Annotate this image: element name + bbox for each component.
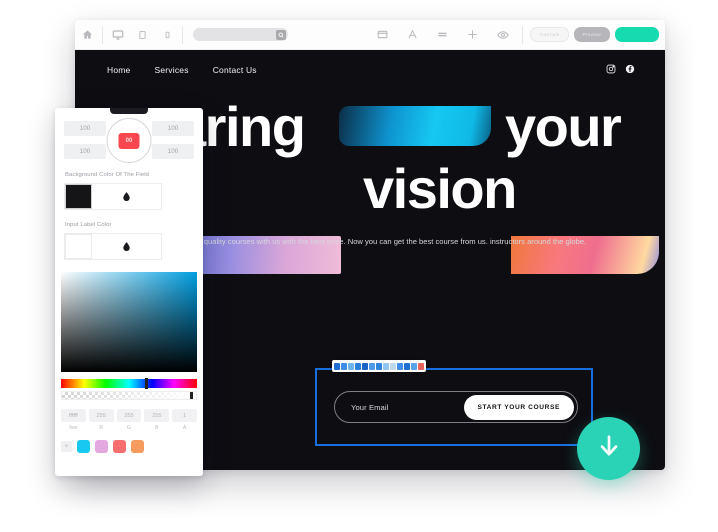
alpha-input[interactable]: 1 [172, 409, 197, 422]
mini-tool-icon[interactable] [390, 362, 396, 370]
publish-button[interactable] [615, 27, 659, 42]
preset-swatch[interactable] [131, 440, 144, 453]
element-mini-toolbar[interactable] [332, 360, 426, 372]
blue-input[interactable]: 255 [144, 409, 170, 422]
mini-tool-icon[interactable] [397, 362, 403, 370]
toolbar-divider [102, 25, 103, 44]
radius-dial-value: 00 [118, 132, 140, 149]
hero-word-your: your [505, 95, 622, 158]
radius-dial[interactable]: 00 [106, 118, 152, 163]
search-icon [276, 29, 286, 40]
red-input[interactable]: 255 [88, 409, 114, 422]
alpha-slider[interactable] [61, 391, 197, 400]
mini-tool-icon[interactable] [334, 362, 340, 370]
desktop-icon[interactable] [105, 20, 130, 49]
blue-value-group: 255 B [144, 409, 170, 431]
preset-swatches: + [55, 431, 203, 453]
home-icon[interactable] [75, 20, 100, 49]
search-input[interactable] [193, 28, 288, 41]
add-preset-button[interactable]: + [61, 441, 72, 452]
background-color-swatch[interactable] [65, 184, 92, 209]
background-color-label: Background Color Of The Field [65, 172, 149, 178]
facebook-icon[interactable] [625, 61, 635, 79]
toolbar-divider [182, 25, 183, 44]
mini-tool-icon[interactable] [355, 362, 361, 370]
hero-paragraph: quality courses with us with the best pr… [203, 237, 587, 246]
red-caption: R [99, 425, 103, 431]
mini-tool-icon[interactable] [376, 362, 382, 370]
input-label-color-field[interactable] [64, 233, 162, 260]
red-value-group: 255 R [88, 409, 114, 431]
nav-link-contact-us[interactable]: Contact Us [213, 65, 257, 75]
toolbar-divider [522, 25, 524, 44]
toolbar-left-group [75, 20, 185, 49]
mobile-icon[interactable] [155, 20, 180, 49]
hex-caption: hex [69, 425, 78, 431]
spacing-bottom-right-input[interactable]: 100 [152, 144, 194, 159]
text-icon[interactable] [400, 20, 425, 49]
alpha-caption: A [182, 425, 187, 431]
eye-icon[interactable] [490, 20, 515, 49]
alpha-value-group: 1 A [172, 409, 197, 431]
start-your-course-button[interactable]: START YOUR COURSE [463, 394, 574, 420]
spacing-top-right-input[interactable]: 100 [152, 121, 194, 136]
download-arrow-icon [595, 432, 623, 465]
alpha-slider-knob[interactable] [190, 392, 193, 399]
droplet-icon[interactable] [92, 234, 161, 259]
droplet-icon[interactable] [92, 184, 161, 209]
tutorials-button[interactable]: Tutorials [530, 27, 569, 42]
hero-shape-cyan [339, 106, 491, 146]
tablet-icon[interactable] [130, 20, 155, 49]
preview-button[interactable]: Preview [573, 27, 610, 42]
green-value-group: 255 G [116, 409, 142, 431]
spacing-top-left-input[interactable]: 100 [64, 121, 106, 136]
nav-link-services[interactable]: Services [154, 65, 188, 75]
hue-slider-knob[interactable] [145, 378, 149, 389]
blue-caption: B [155, 425, 159, 431]
screenshot-stage: Tutorials Preview Home Services Contact … [0, 0, 718, 532]
hero-word-vision: vision [363, 157, 517, 220]
saturation-value-area[interactable] [61, 272, 197, 372]
color-picker-panel: 100 100 100 100 00 Background Color Of T… [55, 108, 203, 476]
selected-form-block[interactable]: Your Email START YOUR COURSE [315, 360, 593, 446]
nav-link-home[interactable]: Home [107, 65, 130, 75]
mini-tool-icon[interactable] [341, 362, 347, 370]
mini-tool-icon[interactable] [362, 362, 368, 370]
builder-toolbar: Tutorials Preview [75, 20, 665, 50]
green-input[interactable]: 255 [116, 409, 142, 422]
card-icon[interactable] [370, 20, 395, 49]
email-placeholder: Your Email [351, 402, 389, 412]
mini-tool-icon[interactable] [383, 362, 389, 370]
instagram-icon[interactable] [606, 61, 616, 79]
preset-swatch[interactable] [95, 440, 108, 453]
mini-tool-icon[interactable] [404, 362, 410, 370]
mini-tool-icon[interactable] [411, 362, 417, 370]
mini-tool-icon[interactable] [369, 362, 375, 370]
preset-swatch[interactable] [77, 440, 90, 453]
picker-spacing-controls: 100 100 100 100 00 [55, 108, 203, 172]
input-label-color-swatch[interactable] [65, 234, 92, 259]
preset-swatch[interactable] [113, 440, 126, 453]
background-color-field[interactable] [64, 183, 162, 210]
picker-handle [110, 108, 148, 114]
section-icon[interactable] [430, 20, 455, 49]
mini-tool-icon[interactable] [418, 362, 424, 370]
site-nav: Home Services Contact Us [75, 50, 665, 90]
site-nav-social [606, 61, 635, 79]
hex-value-group: ffffff hex [61, 409, 86, 431]
hex-input[interactable]: ffffff [61, 409, 86, 422]
move-icon[interactable] [460, 20, 485, 49]
color-value-inputs: ffffff hex 255 R 255 G 255 B 1 A [55, 400, 203, 431]
green-caption: G [127, 425, 131, 431]
site-nav-links: Home Services Contact Us [107, 65, 257, 75]
toolbar-right-group: Tutorials Preview [370, 20, 665, 49]
input-label-color-label: Input Label Color [65, 222, 112, 228]
mini-tool-icon[interactable] [348, 362, 354, 370]
hue-slider[interactable] [61, 378, 197, 389]
email-input[interactable]: Your Email START YOUR COURSE [334, 391, 578, 423]
spacing-bottom-left-input[interactable]: 100 [64, 144, 106, 159]
picker-fields: Background Color Of The Field Input Labe… [55, 172, 203, 260]
download-fab-button[interactable] [577, 417, 640, 480]
